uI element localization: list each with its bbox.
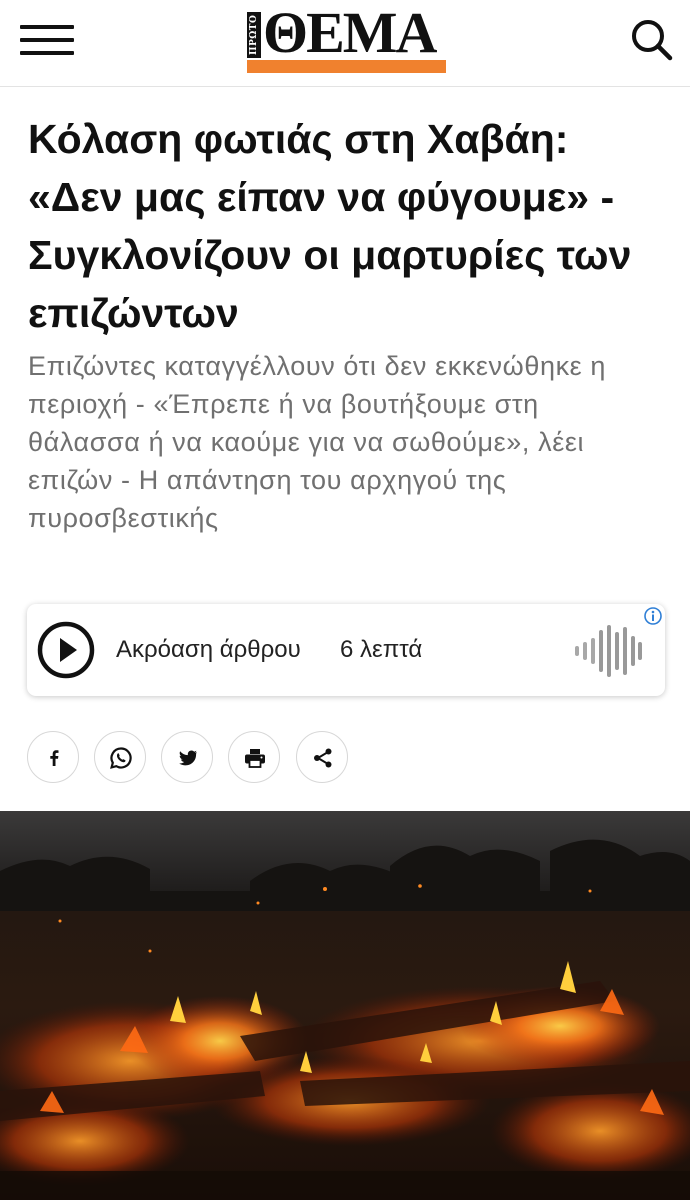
twitter-share-button[interactable] <box>161 731 213 783</box>
top-bar: ΠΡΩΤΟ ΘΕΜΑ <box>0 0 690 87</box>
info-icon[interactable] <box>643 606 663 626</box>
share-button[interactable] <box>296 731 348 783</box>
twitter-icon <box>179 750 197 766</box>
print-icon <box>245 749 265 768</box>
whatsapp-share-button[interactable] <box>94 731 146 783</box>
audio-duration: 6 λεπτά <box>340 636 423 663</box>
search-icon <box>632 20 673 61</box>
audio-player: Ακρόαση άρθρου 6 λεπτά <box>27 604 665 696</box>
facebook-share-button[interactable] <box>27 731 79 783</box>
sound-wave-icon <box>575 625 642 677</box>
audio-label[interactable]: Ακρόαση άρθρου <box>116 635 301 665</box>
share-icon <box>314 748 332 768</box>
logo-underline <box>247 60 446 73</box>
logo-prefix: ΠΡΩΤΟ <box>247 12 261 58</box>
hero-image <box>0 811 690 1200</box>
facebook-icon <box>50 750 59 766</box>
play-button[interactable] <box>37 621 95 679</box>
hamburger-menu-icon <box>20 25 74 29</box>
menu-button[interactable] <box>20 23 76 57</box>
print-button[interactable] <box>228 731 280 783</box>
search-button[interactable] <box>628 16 674 62</box>
whatsapp-icon <box>110 747 132 769</box>
logo-text: ΘΕΜΑ <box>263 0 437 65</box>
play-icon <box>37 621 95 679</box>
site-logo[interactable]: ΠΡΩΤΟ ΘΕΜΑ <box>247 0 447 74</box>
article-headline: Κόλαση φωτιάς στη Χαβάη: «Δεν μας είπαν … <box>28 116 632 336</box>
article-subtitle: Επιζώντες καταγγέλλουν ότι δεν εκκενώθηκ… <box>28 351 607 533</box>
